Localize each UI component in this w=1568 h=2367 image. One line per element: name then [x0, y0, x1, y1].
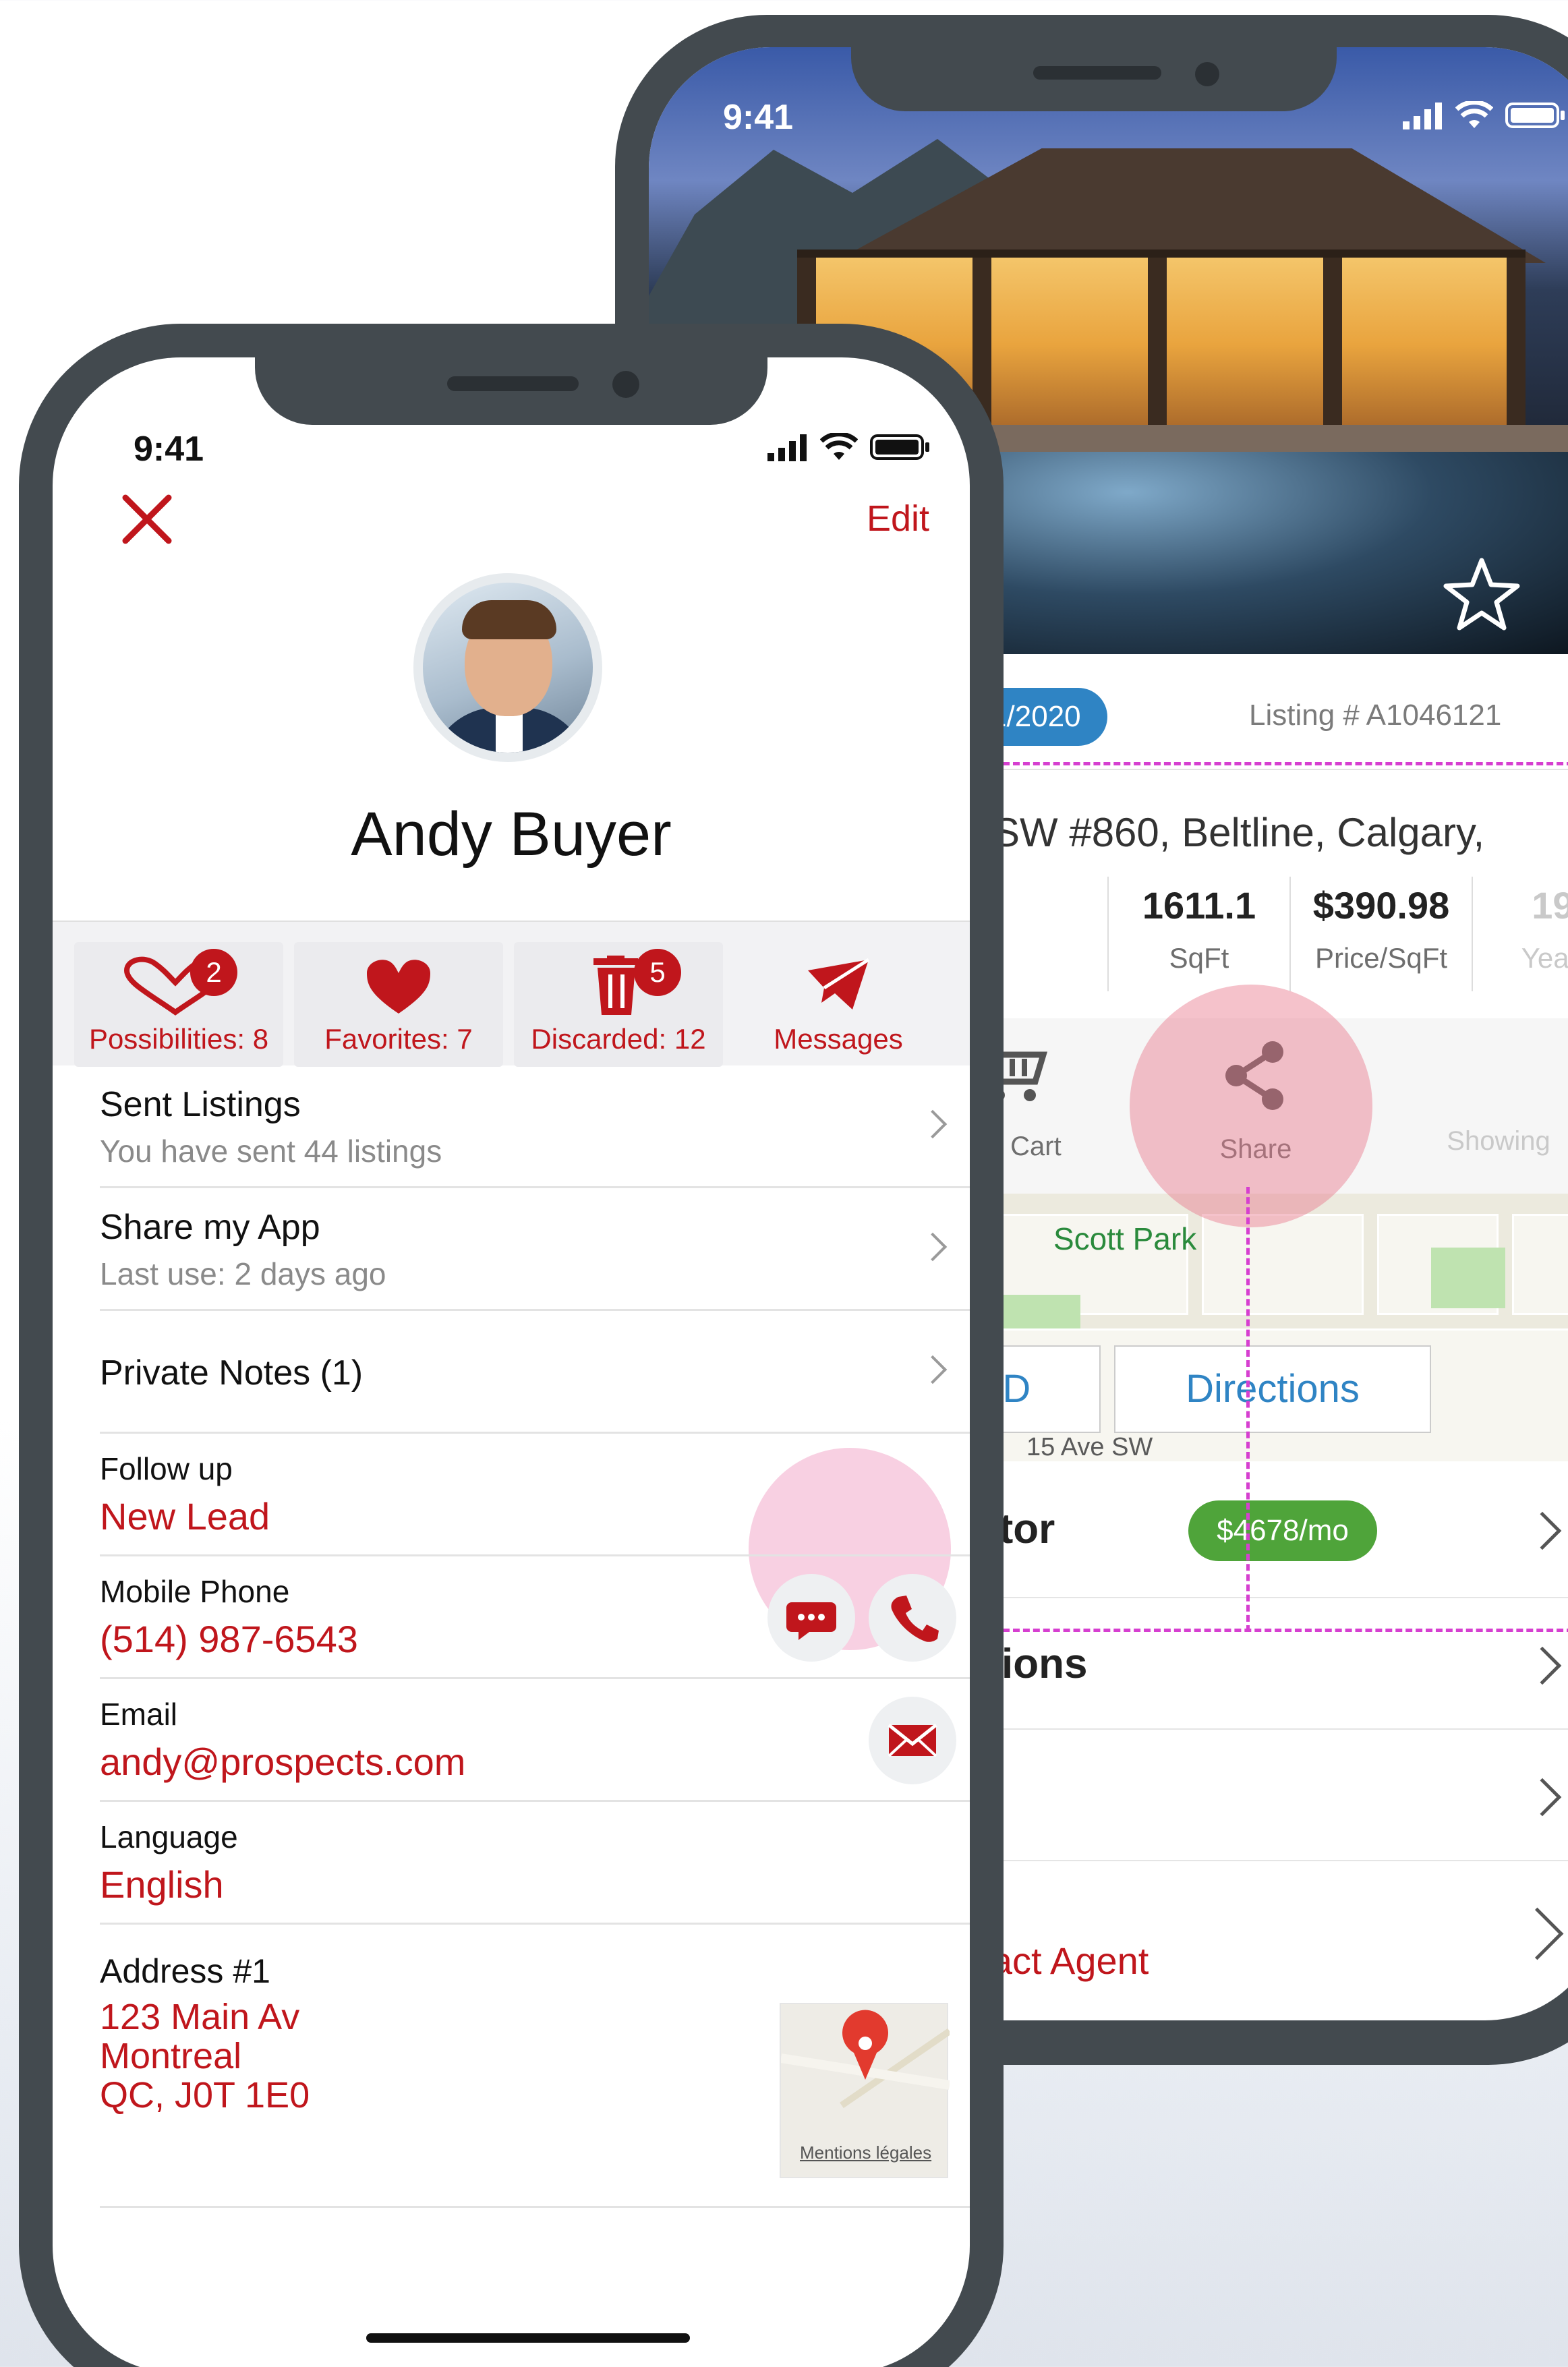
stat-sqft: 1611.1 SqFt [1107, 877, 1289, 991]
call-button[interactable] [869, 1574, 956, 1662]
email-row: Email andy@prospects.com [100, 1679, 970, 1802]
wifi-icon [820, 433, 858, 460]
summary-tiles: 2 Possibilities: 8 Favorites: 7 5 Discar… [53, 921, 970, 1650]
email-label: Email [100, 1697, 178, 1732]
favorites-label: Favorites: 7 [324, 1023, 473, 1055]
favorite-star-icon[interactable] [1441, 556, 1522, 631]
directions-button[interactable]: Directions [1114, 1345, 1431, 1433]
private-notes-title: Private Notes (1) [100, 1353, 364, 1393]
address-line-3: QC, J0T 1E0 [100, 2075, 310, 2115]
listing-number: Listing # A1046121 [1249, 699, 1502, 732]
trash-icon [593, 956, 638, 1015]
chevron-right-icon [918, 1109, 948, 1139]
status-time: 9:41 [723, 98, 794, 137]
stat-price-sqft: $390.98 Price/SqFt [1289, 877, 1472, 991]
share-app-row[interactable]: Share my App Last use: 2 days ago [100, 1188, 970, 1311]
annotation-dashed-line [1246, 1187, 1250, 1632]
listing-address: SW #860, Beltline, Calgary, [993, 810, 1485, 855]
send-icon [808, 958, 870, 1010]
chevron-right-icon [918, 1232, 948, 1262]
messages-tile[interactable]: Messages [734, 942, 943, 1067]
contact-name: Andy Buyer [351, 800, 672, 869]
chevron-right-icon [1511, 1907, 1564, 1960]
chevron-right-icon [1523, 1511, 1562, 1550]
share-app-title: Share my App [100, 1208, 320, 1247]
stat-year-built: 198Year B [1472, 877, 1568, 991]
follow-up-label: Follow up [100, 1451, 233, 1486]
follow-up-value: New Lead [100, 1495, 270, 1538]
map-pin-icon [780, 2010, 952, 2109]
showing-button[interactable]: Showing [1411, 1126, 1568, 1157]
avatar [413, 573, 602, 762]
map-street-label: 15 Ave SW [1026, 1433, 1153, 1461]
address-mini-map[interactable]: Mentions légales [780, 2003, 952, 2178]
favorites-tile[interactable]: Favorites: 7 [294, 942, 503, 1067]
signal-icon [767, 434, 807, 461]
discarded-badge: 5 [634, 949, 681, 996]
profile-phone: 9:41 Edit Andy Buyer 2 Possibilities: 8 … [19, 324, 1004, 2367]
language-label: Language [100, 1819, 238, 1854]
battery-icon [1505, 103, 1565, 128]
follow-up-row[interactable]: Follow up New Lead [100, 1434, 970, 1556]
wifi-icon [1455, 101, 1493, 128]
listing-stats: ms 1611.1SqFt $390.98Price/SqFt 198Year … [905, 877, 1568, 991]
address-lines: 123 Main Av Montreal QC, J0T 1E0 [100, 1997, 310, 2115]
home-indicator [366, 2333, 690, 2343]
map-park-label: Scott Park [1053, 1221, 1197, 1256]
address-label: Address #1 [100, 1952, 270, 1990]
sent-listings-title: Sent Listings [100, 1085, 301, 1124]
heart-outline-icon [123, 956, 227, 1016]
possibilities-tile[interactable]: 2 Possibilities: 8 [74, 942, 283, 1067]
signal-icon [1403, 103, 1442, 129]
phone-icon [891, 1596, 939, 1642]
messages-label: Messages [774, 1023, 903, 1055]
status-time: 9:41 [134, 430, 204, 469]
mobile-phone-value[interactable]: (514) 987-6543 [100, 1617, 358, 1661]
email-button[interactable] [869, 1697, 956, 1784]
mobile-phone-label: Mobile Phone [100, 1574, 290, 1609]
mobile-phone-row: Mobile Phone (514) 987-6543 [100, 1556, 970, 1679]
sent-listings-sub: You have sent 44 listings [100, 1134, 442, 1169]
close-icon[interactable] [120, 492, 174, 546]
chevron-right-icon [1523, 1778, 1562, 1817]
edit-button[interactable]: Edit [867, 498, 929, 539]
sent-listings-row[interactable]: Sent Listings You have sent 44 listings [100, 1065, 970, 1188]
status-bar: 9:41 [723, 97, 1566, 138]
chevron-right-icon [1523, 1646, 1562, 1685]
battery-icon [870, 434, 929, 460]
sms-button[interactable] [767, 1574, 855, 1662]
possibilities-badge: 2 [190, 949, 237, 996]
language-value: English [100, 1863, 224, 1906]
discarded-tile[interactable]: 5 Discarded: 12 [514, 942, 723, 1067]
possibilities-label: Possibilities: 8 [88, 1023, 269, 1055]
chevron-right-icon [918, 1355, 948, 1384]
mortgage-badge: $4678/mo [1188, 1500, 1377, 1561]
email-value[interactable]: andy@prospects.com [100, 1740, 465, 1784]
address-line-2: Montreal [100, 2036, 242, 2076]
address-line-1: 123 Main Av [100, 1997, 300, 2037]
discarded-label: Discarded: 12 [531, 1023, 706, 1055]
language-row[interactable]: Language English [100, 1802, 970, 1925]
private-notes-row[interactable]: Private Notes (1) [100, 1311, 970, 1434]
share-highlight [1130, 985, 1372, 1227]
heart-icon [367, 960, 430, 1014]
mail-icon [888, 1724, 937, 1757]
chat-bubble-icon [786, 1602, 836, 1640]
share-app-sub: Last use: 2 days ago [100, 1256, 386, 1291]
map-legal-link[interactable]: Mentions légales [800, 2142, 931, 2163]
showing-label: Showing [1447, 1126, 1550, 1156]
status-bar: 9:41 [134, 429, 931, 469]
profile-screen: 9:41 Edit Andy Buyer 2 Possibilities: 8 … [53, 357, 970, 2367]
